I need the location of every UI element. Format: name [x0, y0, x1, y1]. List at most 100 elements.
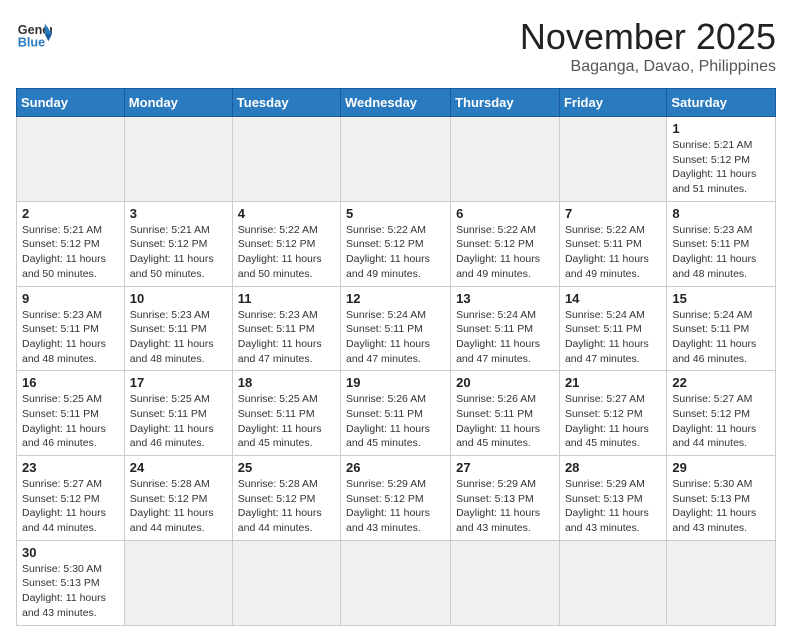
- day-number: 9: [22, 291, 119, 306]
- calendar-cell: 25Sunrise: 5:28 AM Sunset: 5:12 PM Dayli…: [232, 456, 340, 541]
- day-info: Sunrise: 5:25 AM Sunset: 5:11 PM Dayligh…: [238, 392, 335, 451]
- day-number: 20: [456, 375, 554, 390]
- calendar-cell: 3 Sunrise: 5:21 AM Sunset: 5:12 PM Daylig…: [124, 201, 232, 286]
- weekday-header-monday: Monday: [124, 89, 232, 117]
- day-number: 23: [22, 460, 119, 475]
- calendar-cell: 1 Sunrise: 5:21 AM Sunset: 5:12 PM Daylig…: [667, 117, 776, 202]
- day-number: 26: [346, 460, 445, 475]
- day-info: Sunrise: 5:28 AM Sunset: 5:12 PM Dayligh…: [130, 477, 227, 536]
- day-info: Sunrise: 5:25 AM Sunset: 5:11 PM Dayligh…: [130, 392, 227, 451]
- calendar-week-row: 9 Sunrise: 5:23 AM Sunset: 5:11 PM Daylig…: [17, 286, 776, 371]
- logo: General Blue: [16, 16, 52, 52]
- day-info: Sunrise: 5:26 AM Sunset: 5:11 PM Dayligh…: [346, 392, 445, 451]
- calendar-week-row: 16 Sunrise: 5:25 AM Sunset: 5:11 PM Dayli…: [17, 371, 776, 456]
- calendar-cell: 22 Sunrise: 5:27 AM Sunset: 5:12 PM Dayli…: [667, 371, 776, 456]
- svg-text:Blue: Blue: [18, 36, 45, 50]
- day-info: Sunrise: 5:24 AM Sunset: 5:11 PM Dayligh…: [346, 308, 445, 367]
- day-info: Sunrise: 5:26 AM Sunset: 5:11 PM Dayligh…: [456, 392, 554, 451]
- day-info: Sunrise: 5:29 AM Sunset: 5:12 PM Dayligh…: [346, 477, 445, 536]
- weekday-header-tuesday: Tuesday: [232, 89, 340, 117]
- day-info: Sunrise: 5:29 AM Sunset: 5:13 PM Dayligh…: [456, 477, 554, 536]
- calendar-week-row: 30Sunrise: 5:30 AM Sunset: 5:13 PM Dayli…: [17, 540, 776, 625]
- day-number: 12: [346, 291, 445, 306]
- calendar-cell: 13 Sunrise: 5:24 AM Sunset: 5:11 PM Dayli…: [451, 286, 560, 371]
- day-number: 15: [672, 291, 770, 306]
- calendar-cell: [451, 117, 560, 202]
- calendar-cell: 10Sunrise: 5:23 AM Sunset: 5:11 PM Dayli…: [124, 286, 232, 371]
- logo-icon: General Blue: [16, 16, 52, 52]
- calendar-cell: 2 Sunrise: 5:21 AM Sunset: 5:12 PM Daylig…: [17, 201, 125, 286]
- month-title: November 2025: [520, 16, 776, 58]
- day-number: 11: [238, 291, 335, 306]
- calendar-cell: 29Sunrise: 5:30 AM Sunset: 5:13 PM Dayli…: [667, 456, 776, 541]
- calendar-cell: 21 Sunrise: 5:27 AM Sunset: 5:12 PM Dayli…: [559, 371, 666, 456]
- day-number: 17: [130, 375, 227, 390]
- calendar-cell: 14Sunrise: 5:24 AM Sunset: 5:11 PM Dayli…: [559, 286, 666, 371]
- calendar-cell: 6 Sunrise: 5:22 AM Sunset: 5:12 PM Daylig…: [451, 201, 560, 286]
- calendar-cell: 17 Sunrise: 5:25 AM Sunset: 5:11 PM Dayli…: [124, 371, 232, 456]
- day-info: Sunrise: 5:23 AM Sunset: 5:11 PM Dayligh…: [238, 308, 335, 367]
- calendar-header-row: SundayMondayTuesdayWednesdayThursdayFrid…: [17, 89, 776, 117]
- page-header: General Blue November 2025 Baganga, Dava…: [16, 16, 776, 76]
- calendar-cell: 11 Sunrise: 5:23 AM Sunset: 5:11 PM Dayli…: [232, 286, 340, 371]
- day-number: 16: [22, 375, 119, 390]
- calendar-cell: 18 Sunrise: 5:25 AM Sunset: 5:11 PM Dayli…: [232, 371, 340, 456]
- day-number: 8: [672, 206, 770, 221]
- calendar-cell: [559, 117, 666, 202]
- day-info: Sunrise: 5:27 AM Sunset: 5:12 PM Dayligh…: [22, 477, 119, 536]
- day-info: Sunrise: 5:23 AM Sunset: 5:11 PM Dayligh…: [672, 223, 770, 282]
- day-number: 19: [346, 375, 445, 390]
- calendar-cell: [232, 540, 340, 625]
- calendar-cell: [232, 117, 340, 202]
- calendar-cell: [124, 117, 232, 202]
- calendar-cell: [124, 540, 232, 625]
- calendar-cell: 9Sunrise: 5:23 AM Sunset: 5:11 PM Daylig…: [17, 286, 125, 371]
- calendar-cell: [341, 540, 451, 625]
- calendar-cell: 30Sunrise: 5:30 AM Sunset: 5:13 PM Dayli…: [17, 540, 125, 625]
- day-info: Sunrise: 5:21 AM Sunset: 5:12 PM Dayligh…: [672, 138, 770, 197]
- calendar-cell: 20 Sunrise: 5:26 AM Sunset: 5:11 PM Dayli…: [451, 371, 560, 456]
- calendar-cell: 19 Sunrise: 5:26 AM Sunset: 5:11 PM Dayli…: [341, 371, 451, 456]
- day-number: 1: [672, 121, 770, 136]
- day-info: Sunrise: 5:24 AM Sunset: 5:11 PM Dayligh…: [672, 308, 770, 367]
- weekday-header-friday: Friday: [559, 89, 666, 117]
- title-block: November 2025 Baganga, Davao, Philippine…: [520, 16, 776, 76]
- weekday-header-saturday: Saturday: [667, 89, 776, 117]
- day-number: 22: [672, 375, 770, 390]
- day-info: Sunrise: 5:21 AM Sunset: 5:12 PM Dayligh…: [130, 223, 227, 282]
- day-number: 13: [456, 291, 554, 306]
- calendar-cell: 4 Sunrise: 5:22 AM Sunset: 5:12 PM Daylig…: [232, 201, 340, 286]
- calendar-week-row: 23 Sunrise: 5:27 AM Sunset: 5:12 PM Dayli…: [17, 456, 776, 541]
- day-info: Sunrise: 5:24 AM Sunset: 5:11 PM Dayligh…: [565, 308, 661, 367]
- day-info: Sunrise: 5:27 AM Sunset: 5:12 PM Dayligh…: [672, 392, 770, 451]
- calendar-cell: 23 Sunrise: 5:27 AM Sunset: 5:12 PM Dayli…: [17, 456, 125, 541]
- calendar-cell: 27Sunrise: 5:29 AM Sunset: 5:13 PM Dayli…: [451, 456, 560, 541]
- calendar-cell: [559, 540, 666, 625]
- day-info: Sunrise: 5:23 AM Sunset: 5:11 PM Dayligh…: [130, 308, 227, 367]
- day-number: 3: [130, 206, 227, 221]
- day-info: Sunrise: 5:22 AM Sunset: 5:12 PM Dayligh…: [456, 223, 554, 282]
- day-number: 21: [565, 375, 661, 390]
- day-number: 2: [22, 206, 119, 221]
- calendar-table: SundayMondayTuesdayWednesdayThursdayFrid…: [16, 88, 776, 626]
- calendar-week-row: 1 Sunrise: 5:21 AM Sunset: 5:12 PM Daylig…: [17, 117, 776, 202]
- day-info: Sunrise: 5:24 AM Sunset: 5:11 PM Dayligh…: [456, 308, 554, 367]
- weekday-header-thursday: Thursday: [451, 89, 560, 117]
- weekday-header-wednesday: Wednesday: [341, 89, 451, 117]
- day-info: Sunrise: 5:22 AM Sunset: 5:12 PM Dayligh…: [346, 223, 445, 282]
- day-info: Sunrise: 5:21 AM Sunset: 5:12 PM Dayligh…: [22, 223, 119, 282]
- calendar-cell: 28Sunrise: 5:29 AM Sunset: 5:13 PM Dayli…: [559, 456, 666, 541]
- day-info: Sunrise: 5:22 AM Sunset: 5:12 PM Dayligh…: [238, 223, 335, 282]
- calendar-cell: 26 Sunrise: 5:29 AM Sunset: 5:12 PM Dayli…: [341, 456, 451, 541]
- day-number: 6: [456, 206, 554, 221]
- day-info: Sunrise: 5:22 AM Sunset: 5:11 PM Dayligh…: [565, 223, 661, 282]
- calendar-cell: [667, 540, 776, 625]
- day-info: Sunrise: 5:27 AM Sunset: 5:12 PM Dayligh…: [565, 392, 661, 451]
- day-number: 18: [238, 375, 335, 390]
- calendar-cell: 16Sunrise: 5:25 AM Sunset: 5:11 PM Dayli…: [17, 371, 125, 456]
- day-info: Sunrise: 5:28 AM Sunset: 5:12 PM Dayligh…: [238, 477, 335, 536]
- day-number: 28: [565, 460, 661, 475]
- day-number: 4: [238, 206, 335, 221]
- calendar-cell: 8 Sunrise: 5:23 AM Sunset: 5:11 PM Daylig…: [667, 201, 776, 286]
- day-number: 5: [346, 206, 445, 221]
